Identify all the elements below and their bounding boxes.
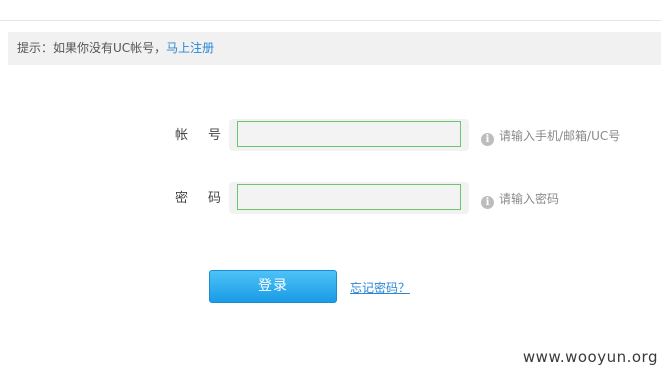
account-hint: i 请输入手机/邮箱/UC号 (481, 119, 620, 153)
forgot-password-link[interactable]: 忘记密码？ (350, 279, 410, 296)
notice-bar: 提示：如果你没有UC帐号，马上注册 (8, 32, 661, 65)
info-icon: i (481, 196, 494, 209)
password-hint-text: 请输入密码 (499, 192, 560, 206)
info-icon: i (481, 133, 494, 146)
account-input[interactable] (237, 121, 461, 147)
notice-text: 提示：如果你没有UC帐号， (17, 41, 167, 55)
register-link[interactable]: 马上注册 (166, 41, 214, 55)
password-hint: i 请输入密码 (481, 182, 559, 216)
password-label: 密码 (175, 191, 242, 206)
watermark: www.wooyun.org (522, 348, 658, 366)
account-field-box (229, 119, 469, 151)
account-row: 帐号 i 请输入手机/邮箱/UC号 (0, 119, 661, 153)
account-hint-text: 请输入手机/邮箱/UC号 (499, 129, 621, 143)
login-page: 提示：如果你没有UC帐号，马上注册 帐号 i 请输入手机/邮箱/UC号 密码 i请… (0, 0, 661, 368)
login-button[interactable]: 登录 (209, 270, 337, 303)
password-field-box (229, 182, 469, 214)
password-row: 密码 i 请输入密码 (0, 182, 661, 216)
account-label: 帐号 (175, 128, 242, 143)
password-input[interactable] (237, 184, 461, 210)
top-divider (0, 20, 661, 21)
